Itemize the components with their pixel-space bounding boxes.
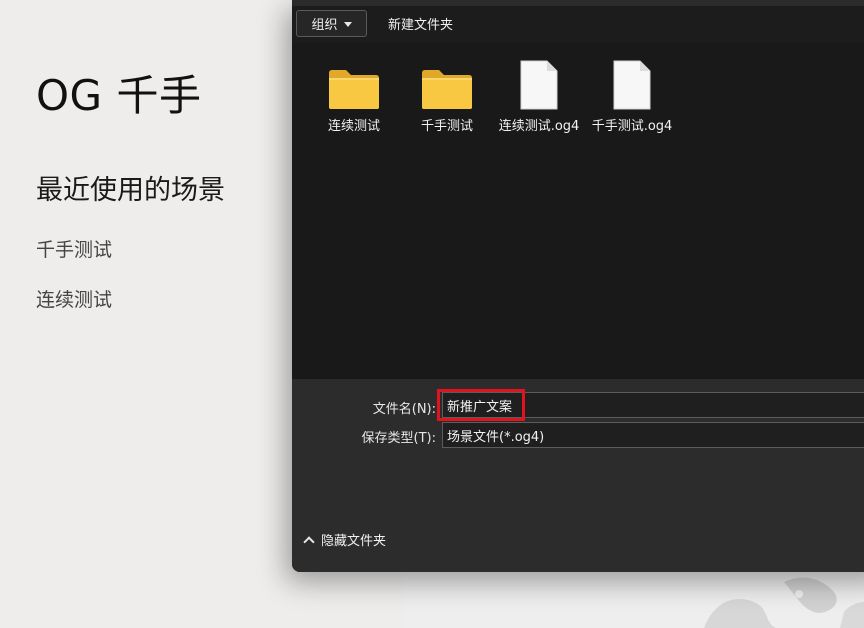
new-folder-button[interactable]: 新建文件夹 [388,10,453,37]
hide-folders-button[interactable]: 隐藏文件夹 [303,530,387,549]
file-list: 连续测试 千手测试 连续测试.og4 千手测试.og4 [292,43,864,379]
hide-folders-label: 隐藏文件夹 [321,534,387,549]
file-item-label: 连续测试 [327,119,380,134]
caret-down-icon [343,22,352,27]
file-item-label: 连续测试.og4 [498,119,580,134]
document-icon [613,60,651,110]
file-item-folder[interactable]: 千手测试 [404,53,490,136]
file-item-label: 千手测试 [420,119,473,134]
app-title: OG 千手 [36,71,202,120]
save-file-dialog: 组织 新建文件夹 连续测试 千手测试 连续测试.og4 千手测试.og4 文件名… [292,0,864,572]
background-illustration [404,572,864,628]
recent-item[interactable]: 千手测试 [36,235,112,262]
file-item-folder[interactable]: 连续测试 [311,53,397,136]
filetype-label: 保存类型(T): [361,431,436,446]
folder-icon [329,70,379,109]
filetype-select[interactable]: 场景文件(*.og4) [442,422,864,448]
chevron-up-icon [303,535,315,548]
organize-label: 组织 [311,18,338,33]
save-options-panel: 文件名(N): 新推广文案 保存类型(T): 场景文件(*.og4) 隐藏文件夹 [292,379,864,572]
filename-input[interactable]: 新推广文案 [442,392,864,418]
recent-item[interactable]: 连续测试 [36,285,112,312]
document-icon [520,60,558,110]
file-item-document[interactable]: 千手测试.og4 [589,53,675,136]
organize-button[interactable]: 组织 [296,10,367,37]
file-item-document[interactable]: 连续测试.og4 [496,53,582,136]
recent-scenes-heading: 最近使用的场景 [36,175,225,206]
filename-label: 文件名(N): [372,402,436,417]
dialog-toolbar: 组织 新建文件夹 [292,6,864,43]
folder-icon [422,70,472,109]
file-item-label: 千手测试.og4 [591,119,673,134]
